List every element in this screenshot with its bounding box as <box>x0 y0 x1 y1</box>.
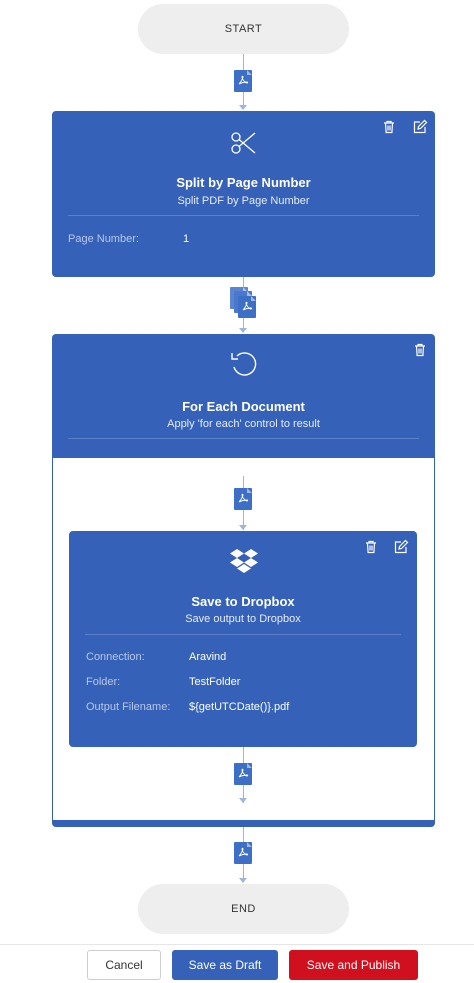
pdf-document-icon <box>234 488 252 510</box>
page-number-label: Page Number: <box>68 233 139 245</box>
end-node: END <box>138 884 349 934</box>
arrow-down-icon <box>239 328 247 333</box>
arrow-down-icon <box>239 878 247 883</box>
footer-divider <box>0 944 474 945</box>
cancel-button[interactable]: Cancel <box>87 950 161 980</box>
output-filename-label: Output Filename: <box>86 701 171 713</box>
divider <box>68 438 419 439</box>
save-as-draft-button[interactable]: Save as Draft <box>172 950 278 980</box>
connection-value: Aravind <box>189 651 227 663</box>
end-label: END <box>231 903 256 915</box>
pdf-document-icon <box>234 842 252 864</box>
card-subtitle: Save output to Dropbox <box>185 613 301 625</box>
connection-label: Connection: <box>86 651 145 663</box>
arrow-down-icon <box>239 105 247 110</box>
start-node: START <box>138 4 349 54</box>
scissors-icon <box>230 129 258 157</box>
split-by-page-card[interactable]: Split by Page Number Split PDF by Page N… <box>52 111 435 277</box>
divider <box>68 215 419 216</box>
card-subtitle: Split PDF by Page Number <box>177 195 310 207</box>
divider <box>85 634 401 635</box>
loop-icon <box>228 348 260 380</box>
card-title: Save to Dropbox <box>191 594 295 609</box>
arrow-down-icon <box>239 525 247 530</box>
arrow-down-icon <box>239 798 247 803</box>
pdf-document-icon <box>234 70 252 92</box>
delete-icon[interactable] <box>412 342 428 358</box>
card-title: For Each Document <box>182 399 305 414</box>
page-number-value: 1 <box>183 233 190 245</box>
delete-icon[interactable] <box>381 119 397 135</box>
edit-icon[interactable] <box>412 119 428 135</box>
pdf-multiple-icon <box>238 296 256 318</box>
edit-icon[interactable] <box>393 539 409 555</box>
output-filename-value: ${getUTCDate()}.pdf <box>189 701 290 713</box>
save-and-publish-button[interactable]: Save and Publish <box>289 950 418 980</box>
folder-label: Folder: <box>86 676 121 688</box>
card-subtitle: Apply 'for each' control to result <box>167 418 320 430</box>
save-to-dropbox-card[interactable]: Save to Dropbox Save output to Dropbox C… <box>69 531 417 747</box>
start-label: START <box>224 23 263 35</box>
folder-value: TestFolder <box>189 676 241 688</box>
card-title: Split by Page Number <box>176 175 311 190</box>
delete-icon[interactable] <box>363 539 379 555</box>
dropbox-icon <box>229 547 259 575</box>
pdf-document-icon <box>234 763 252 785</box>
